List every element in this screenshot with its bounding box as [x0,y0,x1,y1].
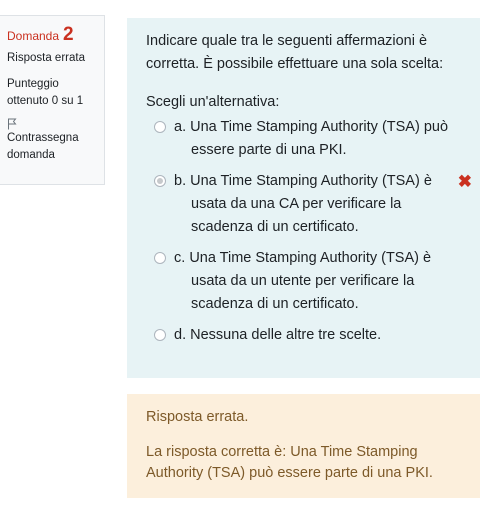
incorrect-x-icon: ✖ [457,172,472,191]
answer-first-line-a: Una Time Stamping Authority (TSA) può [190,119,449,135]
answer-option-b[interactable]: b. Una Time Stamping Authority (TSA) è u… [146,170,472,239]
answer-letter-d: d. [174,327,187,343]
answer-first-line-d: Nessuna delle altre tre scelte. [190,327,382,343]
answer-text-a: a. Una Time Stamping Authority (TSA) può… [174,116,464,162]
radio-button-c[interactable] [154,252,166,264]
answer-rest-a: essere parte di una PKI. [191,142,347,158]
question-text: Indicare quale tra le seguenti affermazi… [146,33,444,72]
answer-option-c[interactable]: c. Una Time Stamping Authority (TSA) è u… [146,247,464,316]
question-number: Domanda 2 [7,24,98,45]
answer-first-line-c: Una Time Stamping Authority (TSA) è [189,250,432,266]
question-info-panel: Domanda 2 Risposta errata Punteggio otte… [0,15,105,185]
answer-letter-c: c. [174,250,186,266]
answer-letter-b: b. [174,173,187,189]
flag-label[interactable]: Contrassegna domanda [7,132,79,161]
radio-button-d[interactable] [154,329,166,341]
answer-rest-c: usata da un utente per verificare la sca… [191,273,415,312]
outcome-feedback: Risposta errata. [146,409,249,425]
answer-option-a[interactable]: a. Una Time Stamping Authority (TSA) può… [146,116,464,162]
answer-text-b: b. Una Time Stamping Authority (TSA) è u… [174,170,464,239]
question-state: Risposta errata [7,52,85,64]
radio-button-b-selected[interactable] [154,175,166,187]
flag-outline-icon[interactable] [7,118,17,130]
answer-text-d: d. Nessuna delle altre tre scelte. [174,324,464,347]
answer-rest-b: usata da una CA per verificare la scaden… [191,196,402,235]
answer-option-d[interactable]: d. Nessuna delle altre tre scelte. [146,324,464,347]
correct-answer-text: La risposta corretta è: Una Time Stampin… [146,444,433,481]
answer-first-line-b: Una Time Stamping Authority (TSA) è [190,173,432,189]
flag-question-toggle[interactable]: Contrassegna domanda [7,118,98,164]
answer-letter-a: a. [174,119,187,135]
question-number-value: 2 [63,24,74,45]
answer-text-c: c. Una Time Stamping Authority (TSA) è u… [174,247,464,316]
question-formulation: Indicare quale tra le seguenti affermazi… [127,18,480,378]
question-outcome: Risposta errata. La risposta corretta è:… [127,394,480,498]
question-word: Domanda [7,29,60,43]
radio-button-a[interactable] [154,121,166,133]
answer-prompt: Scegli un'alternativa: [146,94,280,110]
answer-options: a. Una Time Stamping Authority (TSA) può… [146,116,472,347]
question-grade: Punteggio ottenuto 0 su 1 [7,78,84,107]
